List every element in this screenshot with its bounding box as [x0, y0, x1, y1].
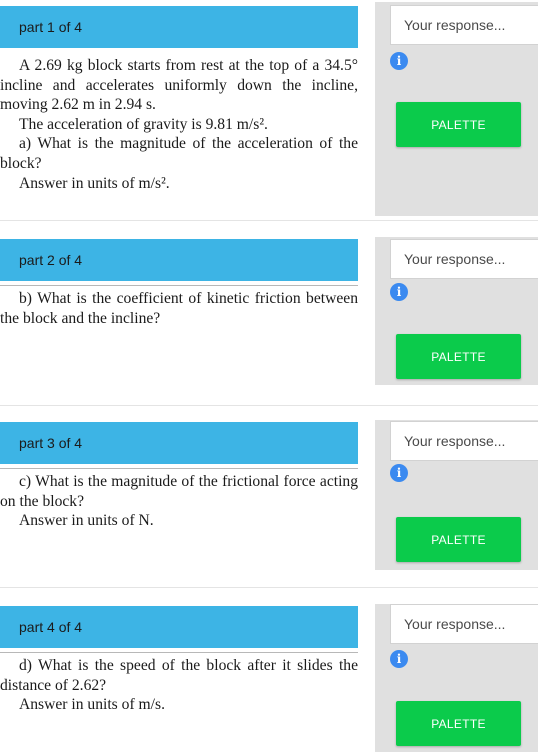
info-icon[interactable]: i	[390, 52, 408, 70]
info-icon[interactable]: i	[390, 283, 408, 301]
divider	[0, 220, 538, 221]
response-input[interactable]: Your response...	[390, 5, 538, 45]
divider	[0, 587, 538, 588]
part-header: part 1 of 4	[0, 6, 358, 48]
palette-button[interactable]: PALETTE	[396, 517, 521, 562]
question-text: b) What is the coefficient of kinetic fr…	[0, 289, 358, 328]
question-line: c) What is the magnitude of the friction…	[0, 473, 358, 510]
answer-units: Answer in units of N.	[19, 512, 154, 530]
question-text: A 2.69 kg block starts from rest at the …	[0, 56, 358, 193]
info-icon[interactable]: i	[390, 650, 408, 668]
divider	[0, 468, 358, 469]
divider	[0, 652, 358, 653]
question-line: a) What is the magnitude of the accelera…	[0, 135, 358, 172]
question-line: d) What is the speed of the block after …	[0, 657, 358, 694]
question-line: The acceleration of gravity is 9.81 m/s²…	[19, 115, 268, 133]
part-header: part 3 of 4	[0, 422, 358, 464]
question-line: A 2.69 kg block starts from rest at the …	[0, 57, 358, 114]
divider	[0, 405, 538, 406]
palette-button[interactable]: PALETTE	[396, 102, 521, 147]
question-line: b) What is the coefficient of kinetic fr…	[0, 290, 358, 327]
answer-units: Answer in units of m/s.	[19, 696, 165, 714]
part-header: part 4 of 4	[0, 606, 358, 648]
response-input[interactable]: Your response...	[390, 421, 538, 461]
palette-button[interactable]: PALETTE	[396, 701, 521, 746]
info-icon[interactable]: i	[390, 464, 408, 482]
question-text: c) What is the magnitude of the friction…	[0, 472, 358, 531]
part-header: part 2 of 4	[0, 239, 358, 281]
response-input[interactable]: Your response...	[390, 604, 538, 644]
palette-button[interactable]: PALETTE	[396, 334, 521, 379]
answer-units: Answer in units of m/s².	[19, 174, 170, 192]
question-text: d) What is the speed of the block after …	[0, 656, 358, 715]
divider	[0, 285, 358, 286]
response-input[interactable]: Your response...	[390, 239, 538, 279]
